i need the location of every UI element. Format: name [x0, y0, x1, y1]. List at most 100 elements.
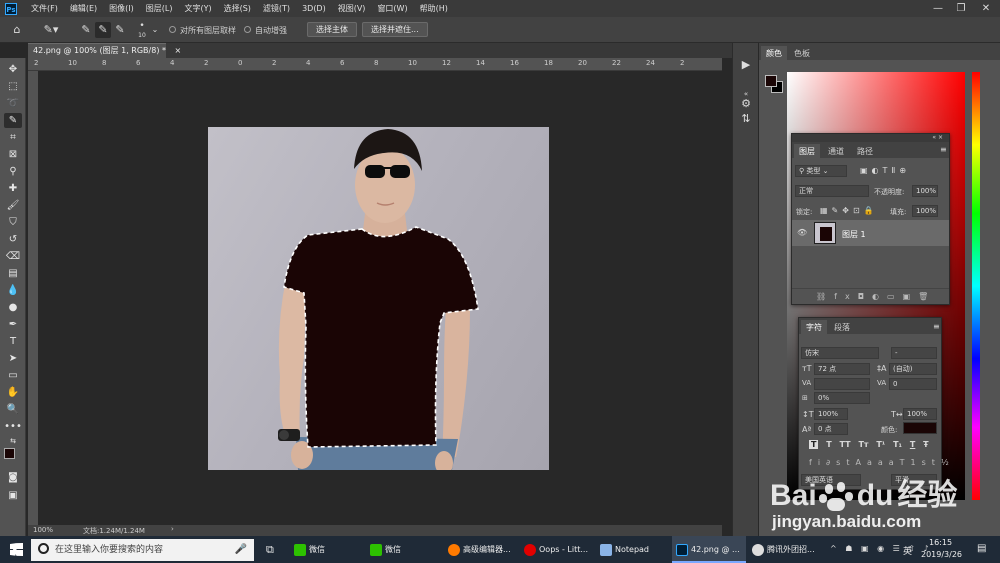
subscript-button[interactable]: T₁	[893, 440, 902, 449]
foreground-color-swatch[interactable]	[4, 448, 15, 459]
anti-alias-select[interactable]: 平滑	[891, 474, 937, 486]
taskbar-app-notepad[interactable]: Notepad	[596, 536, 670, 563]
restore-button[interactable]: ❐	[951, 1, 971, 16]
add-to-selection-icon[interactable]: ✎	[95, 22, 111, 38]
taskbar-app-photoshop[interactable]: 42.png @ ...	[672, 536, 746, 563]
text-style-buttons[interactable]: T T TT Tт T¹ T₁ T Ŧ	[809, 440, 929, 449]
tab-channels[interactable]: 通道	[823, 144, 849, 159]
move-tool-icon[interactable]: ✥	[4, 62, 22, 77]
taskbar-app-firefox[interactable]: 高级编辑器...	[444, 536, 518, 563]
select-subject-button[interactable]: 选择主体	[307, 22, 357, 37]
underline-button[interactable]: T	[910, 440, 915, 449]
baseline-shift-input[interactable]: 0 点	[814, 423, 848, 435]
taskbar-app-browser[interactable]: 腾讯外团招...	[748, 536, 822, 563]
zoom-level[interactable]: 100%	[33, 526, 53, 534]
character-panel-menu-icon[interactable]: ≡	[933, 322, 940, 331]
panel-collapse-icon[interactable]: « ×	[792, 134, 949, 142]
eraser-tool-icon[interactable]: ⌫	[4, 249, 22, 264]
strikethrough-button[interactable]: Ŧ	[923, 440, 928, 449]
system-tray-icons[interactable]: ^ ☗ ▣ ◉ ☰ ⇧ ♪	[830, 544, 932, 553]
color-foreground-swatch[interactable]	[765, 75, 777, 87]
faux-bold-button[interactable]: T	[809, 440, 819, 449]
blur-tool-icon[interactable]: 💧	[4, 283, 22, 298]
menu-image[interactable]: 图像(I)	[109, 3, 134, 14]
layer-row[interactable]: 👁 图层 1	[792, 220, 949, 246]
sample-all-layers-checkbox[interactable]	[169, 26, 176, 33]
input-method-indicator[interactable]: 英	[903, 544, 912, 557]
layer-actions-bar[interactable]: ⛓fx◘◐▭▣🗑	[792, 288, 949, 304]
swap-colors-icon[interactable]: ⇆	[4, 434, 22, 449]
clock-date[interactable]: 2019/3/26	[921, 550, 962, 559]
brush-tool-icon[interactable]: 🖌	[4, 198, 22, 213]
menu-filter[interactable]: 滤镜(T)	[263, 3, 290, 14]
document-tab[interactable]: 42.png @ 100% (图层 1, RGB/8) * ×	[28, 43, 181, 58]
clone-stamp-tool-icon[interactable]: ⛉	[4, 215, 22, 230]
lasso-tool-icon[interactable]: ➰	[4, 96, 22, 111]
tab-paths[interactable]: 路径	[852, 144, 878, 159]
layer-filter-kind[interactable]: ⚲ 类型 ⌄	[795, 165, 847, 177]
language-select[interactable]: 美国英语	[801, 474, 861, 486]
brush-size-picker[interactable]: • 10	[136, 22, 148, 40]
tab-layers[interactable]: 图层	[794, 144, 820, 160]
menu-window[interactable]: 窗口(W)	[377, 3, 407, 14]
pen-tool-icon[interactable]: ✒	[4, 317, 22, 332]
opentype-buttons[interactable]: fi∂stAaaaT1st½	[809, 458, 955, 467]
clock-time[interactable]: 16:15	[929, 538, 952, 547]
auto-enhance-checkbox[interactable]	[244, 26, 251, 33]
new-selection-icon[interactable]: ✎	[78, 22, 94, 38]
type-tool-icon[interactable]: T	[4, 334, 22, 349]
minimize-button[interactable]: —	[928, 1, 948, 16]
taskbar-app-wechat-1[interactable]: 微信	[290, 536, 364, 563]
frame-tool-icon[interactable]: ⊠	[4, 147, 22, 162]
history-brush-tool-icon[interactable]: ↺	[4, 232, 22, 247]
quick-selection-tool-icon[interactable]: ✎	[4, 113, 22, 128]
close-tab-icon[interactable]: ×	[175, 46, 182, 55]
task-view-icon[interactable]: ⧉	[262, 536, 286, 563]
zoom-tool-icon[interactable]: 🔍	[4, 402, 22, 417]
adjustments-panel-icon[interactable]: ⇅	[737, 110, 755, 128]
panel-menu-icon[interactable]: ≡	[940, 145, 947, 154]
menu-3d[interactable]: 3D(D)	[302, 4, 326, 13]
dodge-tool-icon[interactable]: ●	[4, 300, 22, 315]
healing-brush-tool-icon[interactable]: ✚	[4, 181, 22, 196]
chevron-down-icon[interactable]: ⌄	[150, 22, 160, 38]
lock-icons[interactable]: ▦✎✥⊡🔒	[820, 206, 878, 215]
menu-file[interactable]: 文件(F)	[31, 3, 58, 14]
subtract-from-selection-icon[interactable]: ✎	[112, 22, 128, 38]
screen-mode-icon[interactable]: ▣	[4, 488, 22, 503]
document-image[interactable]	[208, 127, 549, 470]
taskbar-search-box[interactable]: 在这里输入你要搜索的内容 🎤	[31, 539, 254, 561]
menu-help[interactable]: 帮助(H)	[420, 3, 448, 14]
fill-input[interactable]: 100%	[912, 205, 938, 217]
path-selection-tool-icon[interactable]: ➤	[4, 351, 22, 366]
marquee-tool-icon[interactable]: ⬚	[4, 79, 22, 94]
font-style-select[interactable]: -	[891, 347, 937, 359]
leading-input[interactable]: (自动)	[889, 363, 937, 375]
font-size-input[interactable]: 72 点	[814, 363, 870, 375]
taskbar-app-wechat-2[interactable]: 微信	[366, 536, 440, 563]
windows-start-icon[interactable]	[10, 543, 23, 556]
tab-swatches[interactable]: 色板	[789, 46, 815, 61]
tsume-input[interactable]: 0%	[814, 392, 870, 404]
layer-filter-icons[interactable]: ▣◐TⅡ⊕	[860, 166, 910, 175]
tab-paragraph[interactable]: 段落	[829, 320, 855, 335]
horizontal-scale-input[interactable]: 100%	[903, 408, 937, 420]
small-caps-button[interactable]: Tт	[858, 440, 868, 449]
microphone-icon[interactable]: 🎤	[235, 539, 247, 561]
layer-name[interactable]: 图层 1	[842, 229, 866, 240]
superscript-button[interactable]: T¹	[876, 440, 885, 449]
opacity-input[interactable]: 100%	[912, 185, 938, 197]
status-menu-arrow-icon[interactable]: ›	[171, 525, 174, 533]
menu-select[interactable]: 选择(S)	[224, 3, 251, 14]
menu-edit[interactable]: 编辑(E)	[70, 3, 97, 14]
gradient-tool-icon[interactable]: ▤	[4, 266, 22, 281]
more-tools-icon[interactable]: •••	[4, 419, 22, 434]
hand-tool-icon[interactable]: ✋	[4, 385, 22, 400]
menu-layer[interactable]: 图层(L)	[146, 3, 173, 14]
crop-tool-icon[interactable]: ⌗	[4, 130, 22, 145]
menu-view[interactable]: 视图(V)	[338, 3, 366, 14]
text-color-swatch[interactable]	[903, 422, 937, 434]
faux-italic-button[interactable]: T	[826, 440, 831, 449]
quick-mask-icon[interactable]: ◙	[4, 470, 22, 485]
select-and-mask-button[interactable]: 选择并遮住...	[362, 22, 428, 37]
